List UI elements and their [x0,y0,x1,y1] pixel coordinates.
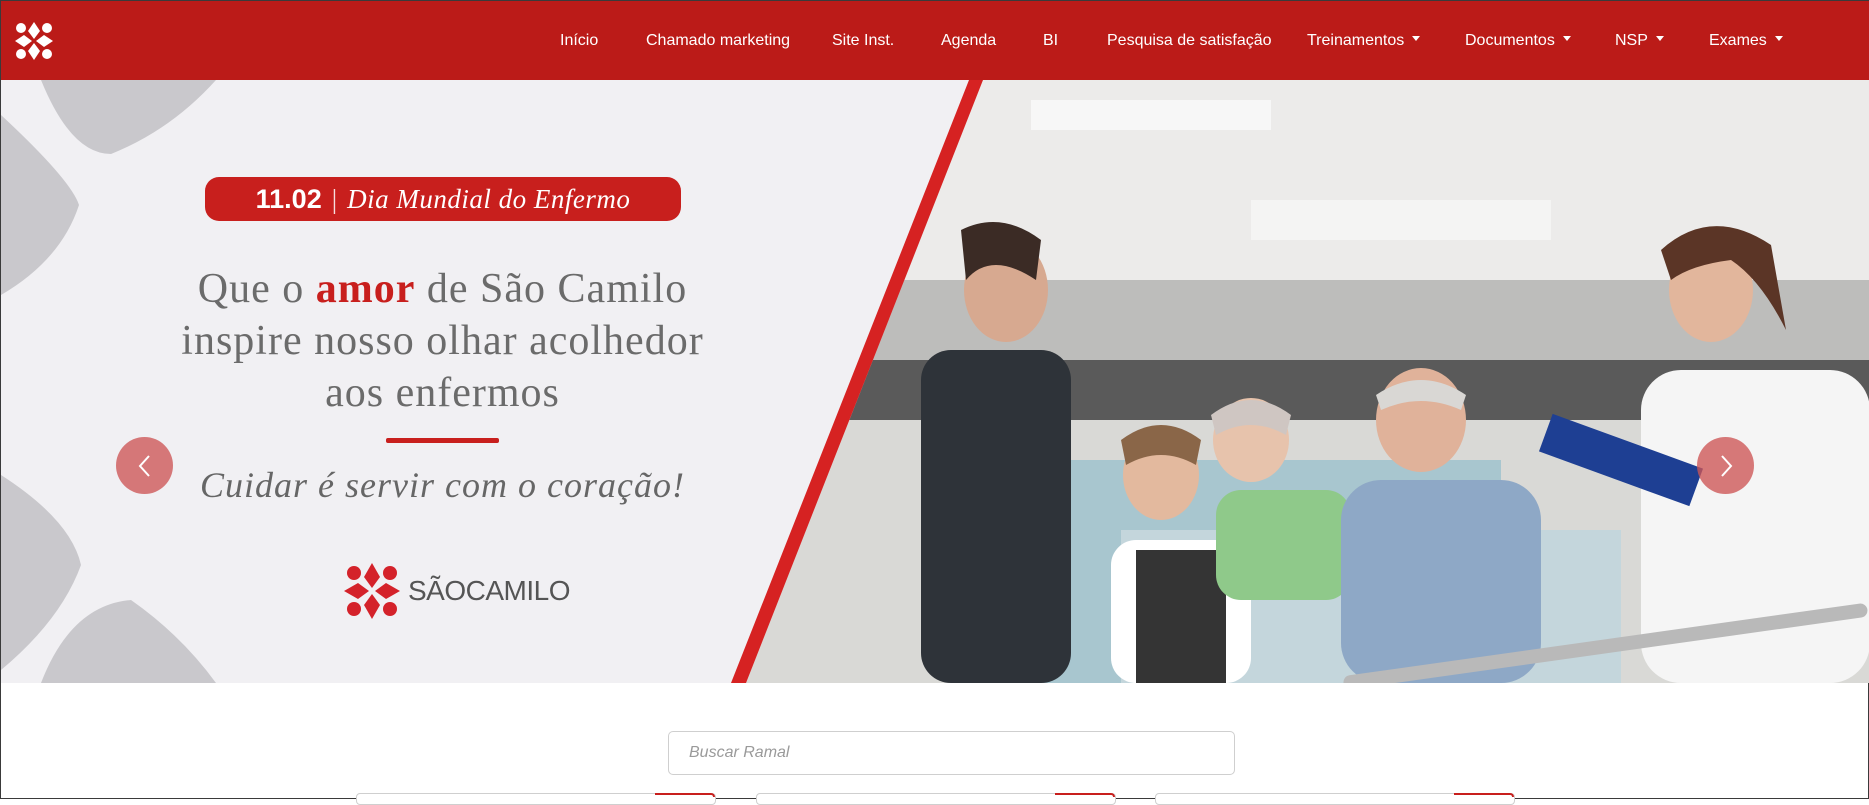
nav-label: Pesquisa de satisfação [1107,32,1272,49]
card-top-stub [356,793,716,805]
card-accent [1454,793,1514,797]
badge-separator: | [331,183,338,214]
headline-prefix: Que o [197,266,316,312]
chevron-left-icon [138,454,150,477]
nav-pesquisa-satisfacao[interactable]: Pesquisa de satisfação [1107,1,1272,80]
chevron-right-icon [1720,454,1732,477]
nav-inicio[interactable]: Início [560,1,598,80]
carousel-prev-button[interactable] [116,437,173,494]
nav-nsp-dropdown[interactable]: NSP [1615,1,1664,80]
nav-label: Exames [1709,32,1767,49]
sao-camilo-cross-icon [344,563,400,619]
headline-highlight: amor [315,266,416,312]
nav-documentos-dropdown[interactable]: Documentos [1465,1,1571,80]
nav-label: NSP [1615,32,1648,49]
logo-camilo: CAMILO [465,575,571,606]
logo-sao: SÃO [408,575,466,606]
caret-down-icon [1655,36,1664,42]
search-ramal-input[interactable] [668,731,1235,775]
nav-label: Site Inst. [832,32,895,49]
event-date-badge: 11.02 | Dia Mundial do Enfermo [205,177,681,221]
nav-treinamentos-dropdown[interactable]: Treinamentos [1307,1,1421,80]
carousel-next-button[interactable] [1697,437,1754,494]
nav-bi[interactable]: BI [1043,1,1058,80]
caret-down-icon [1774,36,1783,42]
card-top-stub [1155,793,1515,805]
sao-camilo-logo: SÃOCAMILO [342,561,571,621]
badge-date: 11.02 [255,183,322,214]
nav-label: Chamado marketing [646,32,791,49]
nav-label: BI [1043,32,1059,49]
nav-chamado-marketing[interactable]: Chamado marketing [646,1,790,80]
card-top-stub [756,793,1116,805]
top-navbar: Início Chamado marketing Site Inst. Agen… [1,1,1869,80]
nav-site-inst[interactable]: Site Inst. [832,1,894,80]
nav-label: Início [560,32,599,49]
headline-suffix: de São Camilo [415,266,688,312]
logo-wordmark: SÃOCAMILO [408,575,571,607]
sao-camilo-logo-icon[interactable] [13,20,55,62]
nav-label: Treinamentos [1307,32,1405,49]
caret-down-icon [1562,36,1571,42]
nav-agenda[interactable]: Agenda [941,1,996,80]
card-accent [655,793,715,797]
headline-line-3: aos enfermos [325,370,560,416]
card-accent [1055,793,1115,797]
hero-carousel: 11.02 | Dia Mundial do Enfermo Que o amo… [1,80,1869,683]
hero-tagline: Cuidar é servir com o coração! [200,465,685,505]
nav-exames-dropdown[interactable]: Exames [1709,1,1783,80]
nav-label: Agenda [941,32,997,49]
headline-divider [386,438,499,443]
nav-label: Documentos [1465,32,1555,49]
headline-line-2: inspire nosso olhar acolhedor [181,318,704,364]
hero-headline: Que o amor de São Camilo inspire nosso o… [121,263,764,419]
badge-event-name: Dia Mundial do Enfermo [347,183,631,214]
caret-down-icon [1412,36,1421,42]
